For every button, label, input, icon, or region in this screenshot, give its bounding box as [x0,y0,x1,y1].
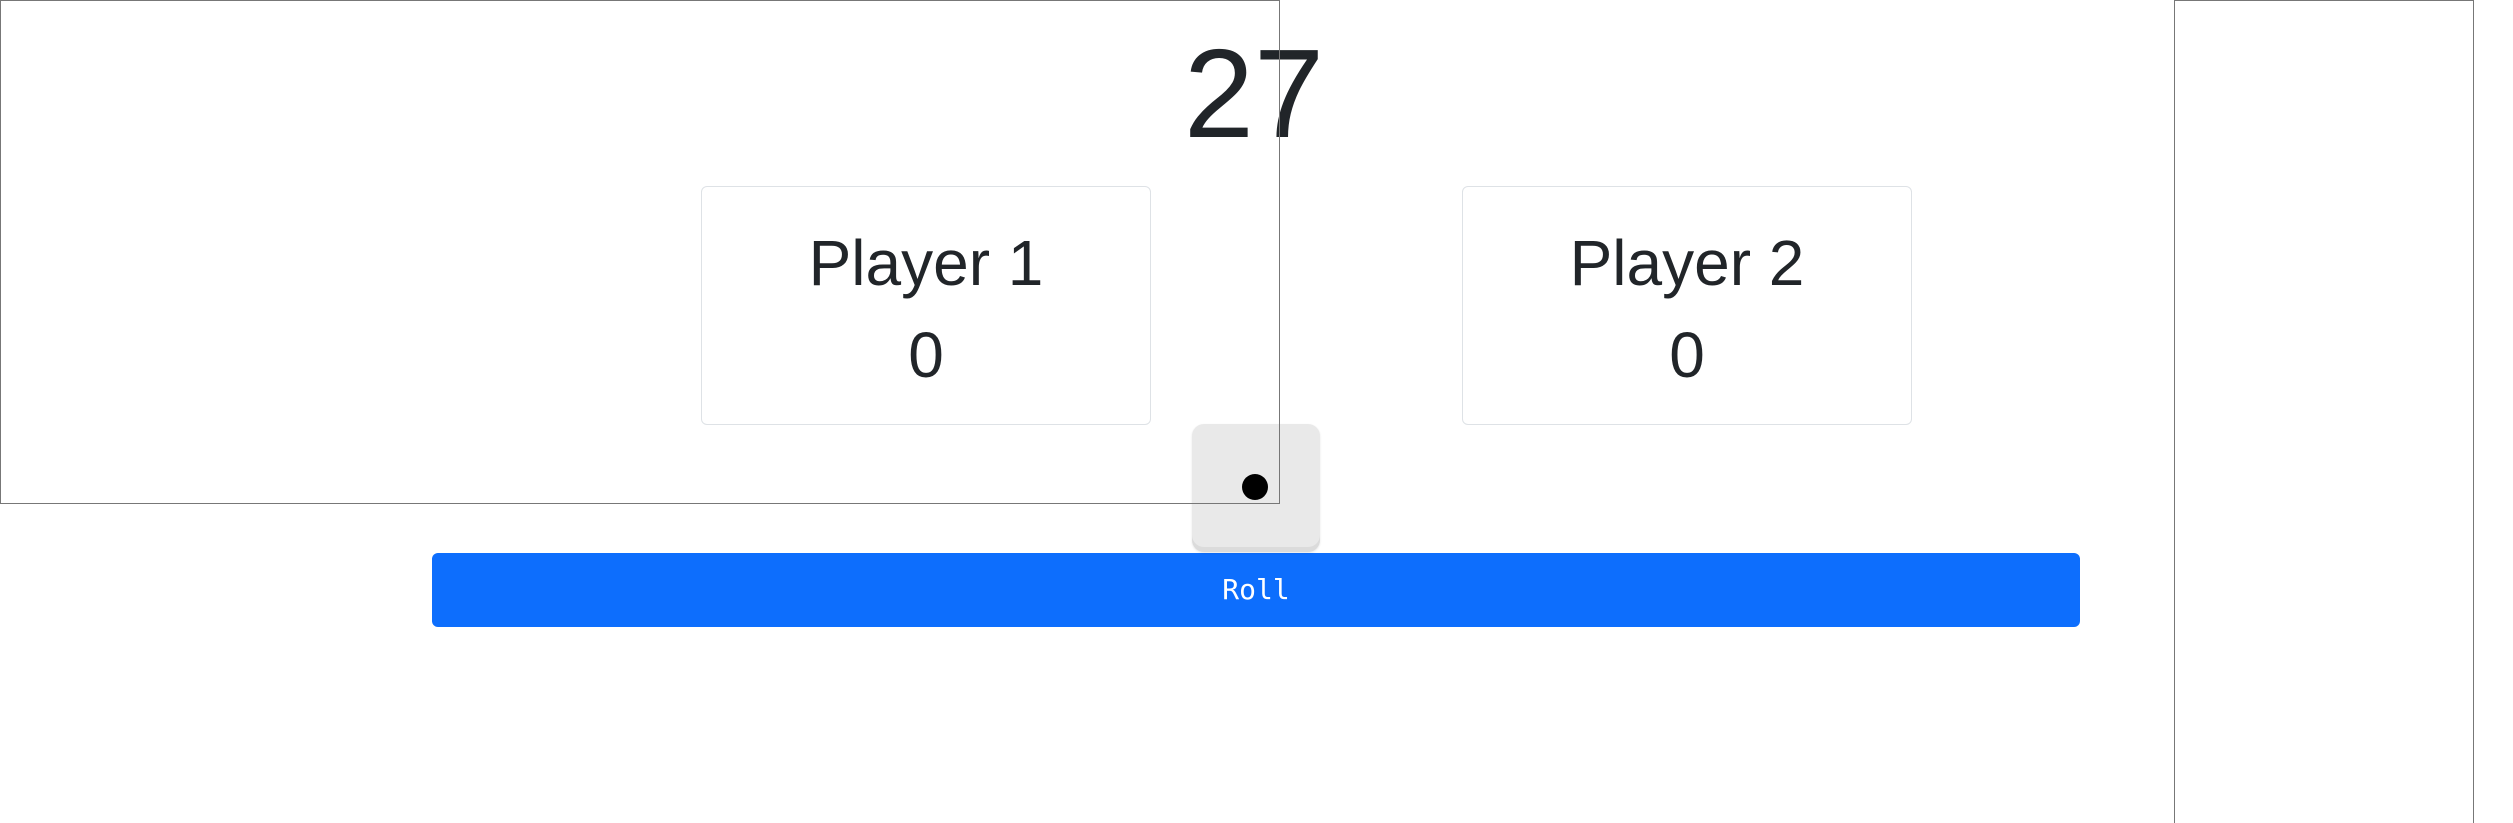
player-1-name: Player 1 [808,227,1044,299]
roll-button[interactable]: Roll [432,553,2080,627]
player-1-score: 0 [908,319,944,391]
die-face-one-icon [1192,424,1320,552]
player-card-2: Player 2 0 [1462,186,1912,425]
player-2-name: Player 2 [1569,227,1805,299]
player-card-1: Player 1 0 [701,186,1151,425]
game-stage: 27 Player 1 0 Player 2 0 Roll [0,0,2513,823]
side-frame [2174,0,2474,823]
die-pip [1242,474,1268,500]
player-2-score: 0 [1669,319,1705,391]
target-score: 27 [1183,23,1325,164]
